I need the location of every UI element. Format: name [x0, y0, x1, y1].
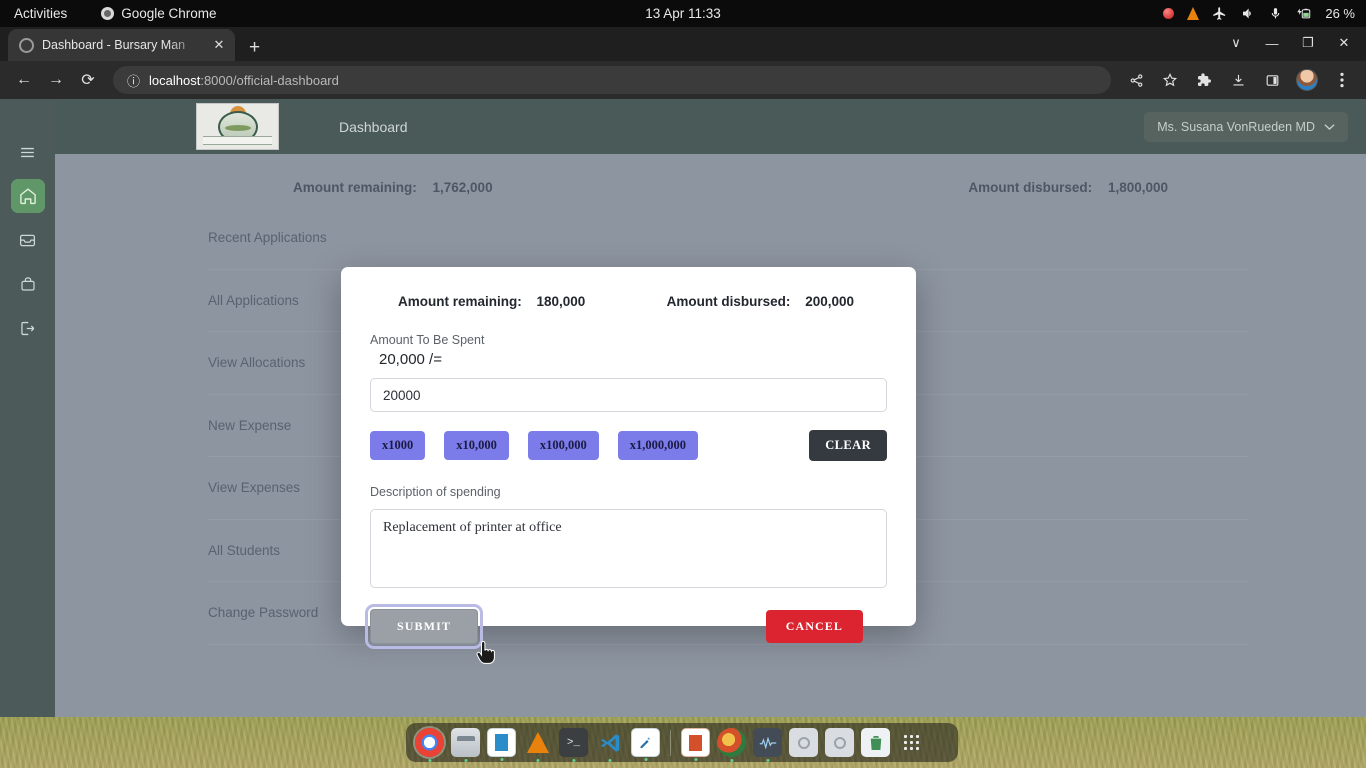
chrome-window: Dashboard - Bursary Man ✕ + ∨ — ❐ ✕ ← → … — [0, 27, 1366, 717]
modal-amount-remaining: Amount remaining: 180,000 — [398, 294, 585, 309]
description-input[interactable] — [370, 509, 887, 588]
dock-vlc-icon[interactable] — [523, 728, 552, 757]
page-viewport: Dashboard Ms. Susana VonRueden MD Amount… — [0, 99, 1366, 717]
vlc-icon — [1187, 7, 1199, 20]
modal-totals: Amount remaining: 180,000 Amount disburs… — [370, 290, 887, 309]
bookmark-star-icon[interactable] — [1155, 65, 1185, 95]
battery-icon — [1295, 6, 1312, 21]
active-app-indicator[interactable]: Google Chrome — [101, 6, 216, 21]
back-button[interactable]: ← — [9, 65, 39, 95]
multiplier-button-row: x1000 x10,000 x100,000 x1,000,000 CLEAR — [370, 430, 887, 461]
dock-vscode-icon[interactable] — [595, 728, 624, 757]
reload-button[interactable]: ⟳ — [73, 65, 103, 95]
clear-button[interactable]: CLEAR — [809, 430, 887, 461]
multiplier-100000-button[interactable]: x100,000 — [528, 431, 599, 460]
volume-icon — [1240, 6, 1256, 21]
new-expense-modal: Amount remaining: 180,000 Amount disburs… — [341, 267, 916, 626]
address-bar-url: localhost:8000/official-dashboard — [149, 73, 339, 88]
amount-formatted-display: 20,000 /= — [379, 351, 887, 368]
record-indicator-icon — [1163, 8, 1174, 19]
maximize-button[interactable]: ❐ — [1290, 29, 1326, 57]
browser-toolbar: ← → ⟳ ⓘ localhost:8000/official-dashboar… — [0, 61, 1366, 99]
dock-gimp-icon[interactable] — [717, 728, 746, 757]
description-field-label: Description of spending — [370, 485, 887, 499]
active-app-label: Google Chrome — [121, 6, 216, 21]
dock-terminal-icon[interactable]: >_ — [559, 728, 588, 757]
address-bar[interactable]: ⓘ localhost:8000/official-dashboard — [113, 66, 1111, 94]
dock-trash-icon[interactable] — [861, 728, 890, 757]
profile-avatar[interactable] — [1296, 69, 1318, 91]
dock-text-editor-icon[interactable] — [631, 728, 660, 757]
share-icon[interactable] — [1121, 65, 1151, 95]
forward-button[interactable]: → — [41, 65, 71, 95]
microphone-icon — [1269, 6, 1282, 21]
browser-tab[interactable]: Dashboard - Bursary Man ✕ — [8, 29, 235, 61]
cancel-button[interactable]: CANCEL — [766, 610, 863, 643]
new-tab-button[interactable]: + — [249, 38, 260, 57]
multiplier-1000000-button[interactable]: x1,000,000 — [618, 431, 698, 460]
side-panel-icon[interactable] — [1257, 65, 1287, 95]
tab-search-icon[interactable]: ∨ — [1218, 29, 1254, 57]
system-tray[interactable]: 26 % — [1163, 6, 1366, 21]
dock-disk-icon-2[interactable] — [825, 728, 854, 757]
multiplier-1000-button[interactable]: x1000 — [370, 431, 425, 460]
dock-impress-icon[interactable] — [681, 728, 710, 757]
dock-files-icon[interactable] — [451, 728, 480, 757]
modal-actions: SUBMIT CANCEL — [370, 609, 887, 644]
submit-button[interactable]: SUBMIT — [370, 609, 478, 644]
amount-input[interactable] — [370, 378, 887, 412]
modal-amount-remaining-value: 180,000 — [537, 294, 586, 309]
chrome-icon — [101, 7, 114, 20]
window-controls: ∨ — ❐ ✕ — [1218, 29, 1366, 61]
downloads-icon[interactable] — [1223, 65, 1253, 95]
modal-amount-disbursed-label: Amount disbursed: — [667, 294, 791, 309]
multiplier-10000-button[interactable]: x10,000 — [444, 431, 509, 460]
airplane-mode-icon — [1212, 6, 1227, 21]
dock-separator — [670, 730, 671, 756]
minimize-button[interactable]: — — [1254, 29, 1290, 57]
close-tab-icon[interactable]: ✕ — [211, 37, 227, 53]
amount-field-label: Amount To Be Spent — [370, 333, 887, 347]
tab-favicon-icon — [19, 38, 34, 53]
dock-writer-icon[interactable] — [487, 728, 516, 757]
chrome-menu-icon[interactable] — [1327, 65, 1357, 95]
battery-percent: 26 % — [1325, 6, 1355, 21]
tab-title: Dashboard - Bursary Man — [42, 38, 203, 52]
taskbar-dock: >_ — [406, 723, 958, 762]
activities-button[interactable]: Activities — [0, 6, 81, 21]
dock-audio-editor-icon[interactable] — [753, 728, 782, 757]
dock-disk-icon[interactable] — [789, 728, 818, 757]
extensions-icon[interactable] — [1189, 65, 1219, 95]
toolbar-actions — [1121, 65, 1357, 95]
dock-chrome-icon[interactable] — [415, 728, 444, 757]
dock-app-grid-icon[interactable] — [897, 728, 926, 757]
app-grid-glyph — [904, 735, 919, 750]
site-info-icon[interactable]: ⓘ — [127, 71, 140, 90]
modal-amount-disbursed-value: 200,000 — [805, 294, 854, 309]
modal-amount-disbursed: Amount disbursed: 200,000 — [667, 294, 854, 309]
modal-amount-remaining-label: Amount remaining: — [398, 294, 522, 309]
close-window-button[interactable]: ✕ — [1326, 29, 1362, 57]
tab-strip: Dashboard - Bursary Man ✕ + ∨ — ❐ ✕ — [0, 27, 1366, 61]
system-top-bar: Activities Google Chrome 13 Apr 11:33 26… — [0, 0, 1366, 27]
